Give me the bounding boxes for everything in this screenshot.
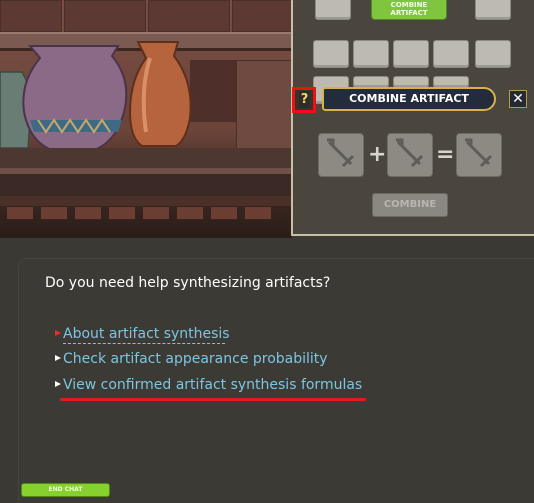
combine-artifact-tab[interactable]: COMBINE ARTIFACT	[371, 0, 447, 20]
inventory-slot[interactable]	[353, 40, 389, 68]
floor-block	[6, 206, 34, 220]
inventory-slot[interactable]	[475, 40, 511, 68]
equals-symbol: =	[436, 142, 455, 167]
end-chat-button[interactable]: END CHAT	[21, 483, 110, 497]
question-mark-icon: ?	[299, 91, 310, 108]
game-scene-background	[0, 0, 292, 238]
option-view-synthesis-formulas[interactable]: View confirmed artifact synthesis formul…	[63, 376, 362, 394]
floor-block	[244, 206, 272, 220]
plus-symbol: +	[368, 142, 387, 167]
floor-ledge	[0, 196, 292, 206]
option-about-artifact-synthesis[interactable]: About artifact synthesis	[63, 325, 230, 343]
combine-artifact-title-banner: COMBINE ARTIFACT	[322, 87, 496, 111]
inventory-slot[interactable]	[393, 40, 429, 68]
artifact-input-slot-2[interactable]	[387, 133, 433, 177]
help-button[interactable]: ?	[292, 87, 316, 113]
artifact-input-slot-1[interactable]	[318, 133, 364, 177]
sword-icon	[396, 138, 424, 168]
purple-vase	[22, 45, 128, 151]
combine-tab-label-line2: ARTIFACT	[390, 9, 428, 17]
orange-vase	[128, 41, 192, 147]
close-button[interactable]: ✕	[509, 90, 527, 108]
sword-icon	[327, 138, 355, 168]
floor-block	[176, 206, 204, 220]
hover-underline	[63, 343, 225, 344]
floor-block	[74, 206, 102, 220]
floor-block	[40, 206, 68, 220]
floor-block	[108, 206, 136, 220]
artifact-result-slot	[456, 133, 502, 177]
option-bullet	[55, 381, 61, 389]
dialog-question: Do you need help synthesizing artifacts?	[45, 275, 331, 291]
option-bullet	[55, 330, 61, 338]
highlight-annotation-underline	[60, 398, 366, 401]
sword-icon	[465, 138, 493, 168]
floor-block	[210, 206, 238, 220]
combine-button[interactable]: COMBINE	[372, 193, 448, 217]
option-check-appearance-probability[interactable]: Check artifact appearance probability	[63, 350, 328, 368]
inventory-slot[interactable]	[313, 40, 349, 68]
option-bullet	[55, 355, 61, 363]
inventory-slot[interactable]	[475, 0, 511, 20]
inventory-slot[interactable]	[433, 40, 469, 68]
floor-block	[142, 206, 170, 220]
bullet-red	[55, 330, 61, 336]
combine-tab-label-line1: COMBINE	[390, 1, 428, 9]
inventory-slot[interactable]	[315, 0, 351, 20]
